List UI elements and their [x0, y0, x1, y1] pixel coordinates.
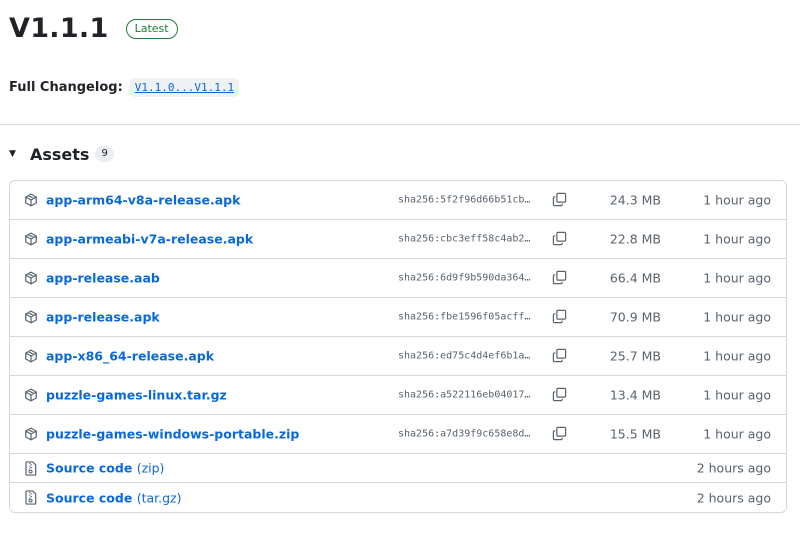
asset-sha256: sha256:a522116eb04017…	[398, 389, 531, 401]
asset-download-link[interactable]: app-armeabi-v7a-release.apk	[46, 232, 253, 247]
asset-download-link[interactable]: app-release.apk	[46, 310, 160, 325]
file-zip-icon	[23, 490, 39, 506]
copy-icon[interactable]	[552, 348, 568, 364]
asset-row: app-release.aab sha256:6d9f9b590da364… 6…	[10, 259, 786, 298]
asset-download-link[interactable]: app-x86_64-release.apk	[46, 349, 214, 364]
asset-date: 1 hour ago	[703, 231, 771, 247]
package-icon	[23, 348, 39, 364]
section-divider	[0, 124, 800, 125]
assets-toggle[interactable]: ▼ Assets 9	[9, 143, 114, 165]
asset-date: 1 hour ago	[703, 387, 771, 403]
asset-row: puzzle-games-linux.tar.gz sha256:a522116…	[10, 376, 786, 415]
asset-row: puzzle-games-windows-portable.zip sha256…	[10, 415, 786, 454]
asset-size: 25.7 MB	[609, 348, 661, 364]
triangle-down-icon: ▼	[9, 149, 16, 159]
asset-sha256: sha256:fbe1596f05acff…	[398, 311, 531, 323]
asset-row: app-arm64-v8a-release.apk sha256:5f2f96d…	[10, 181, 786, 220]
asset-date: 2 hours ago	[696, 460, 771, 476]
file-zip-icon	[23, 460, 39, 476]
package-icon	[23, 231, 39, 247]
release-header: V1.1.1 Latest	[9, 8, 178, 48]
asset-date: 2 hours ago	[696, 490, 771, 505]
source-code-format: (zip)	[136, 460, 165, 476]
asset-download-link[interactable]: puzzle-games-linux.tar.gz	[46, 388, 227, 403]
copy-icon[interactable]	[552, 270, 568, 286]
package-icon	[23, 309, 39, 325]
asset-sha256: sha256:5f2f96d66b51cb…	[398, 194, 531, 206]
asset-date: 1 hour ago	[703, 270, 771, 286]
assets-list: app-arm64-v8a-release.apk sha256:5f2f96d…	[9, 180, 787, 513]
copy-icon[interactable]	[552, 426, 568, 442]
release-title: V1.1.1	[9, 12, 109, 44]
asset-sha256: sha256:a7d39f9c658e8d…	[398, 428, 531, 440]
asset-sha256: sha256:6d9f9b590da364…	[398, 272, 531, 284]
asset-row: app-x86_64-release.apk sha256:ed75c4d4ef…	[10, 337, 786, 376]
asset-date: 1 hour ago	[703, 426, 771, 442]
source-code-row: Source code (zip) 2 hours ago	[10, 454, 786, 483]
copy-icon[interactable]	[552, 309, 568, 325]
asset-sha256: sha256:ed75c4d4ef6b1a…	[398, 350, 531, 362]
asset-download-link[interactable]: app-release.aab	[46, 271, 160, 286]
changelog-compare-link[interactable]: V1.1.0...V1.1.1	[129, 77, 240, 97]
package-icon	[23, 270, 39, 286]
source-code-label: Source code	[46, 460, 133, 476]
asset-size: 22.8 MB	[609, 231, 661, 247]
asset-download-link[interactable]: app-arm64-v8a-release.apk	[46, 193, 240, 208]
asset-size: 13.4 MB	[609, 387, 661, 403]
asset-sha256: sha256:cbc3eff58c4ab2…	[398, 233, 531, 245]
asset-row: app-release.apk sha256:fbe1596f05acff… 7…	[10, 298, 786, 337]
source-code-row: Source code (tar.gz) 2 hours ago	[10, 483, 786, 512]
asset-size: 15.5 MB	[609, 426, 661, 442]
source-code-zip-link[interactable]: Source code (zip)	[46, 461, 164, 476]
asset-row: app-armeabi-v7a-release.apk sha256:cbc3e…	[10, 220, 786, 259]
source-code-format: (tar.gz)	[136, 490, 182, 505]
asset-size: 24.3 MB	[609, 192, 661, 208]
copy-icon[interactable]	[552, 387, 568, 403]
asset-date: 1 hour ago	[703, 309, 771, 325]
latest-badge: Latest	[125, 19, 178, 39]
asset-size: 70.9 MB	[609, 309, 661, 325]
assets-count-badge: 9	[95, 146, 114, 162]
asset-download-link[interactable]: puzzle-games-windows-portable.zip	[46, 427, 299, 442]
source-code-label: Source code	[46, 490, 133, 505]
package-icon	[23, 192, 39, 208]
changelog-label: Full Changelog:	[9, 79, 123, 95]
copy-icon[interactable]	[552, 192, 568, 208]
package-icon	[23, 387, 39, 403]
package-icon	[23, 426, 39, 442]
assets-title: Assets	[30, 144, 90, 164]
asset-size: 66.4 MB	[609, 270, 661, 286]
copy-icon[interactable]	[552, 231, 568, 247]
asset-date: 1 hour ago	[703, 348, 771, 364]
source-code-targz-link[interactable]: Source code (tar.gz)	[46, 490, 181, 505]
asset-date: 1 hour ago	[703, 192, 771, 208]
full-changelog: Full Changelog: V1.1.0...V1.1.1	[9, 76, 240, 98]
